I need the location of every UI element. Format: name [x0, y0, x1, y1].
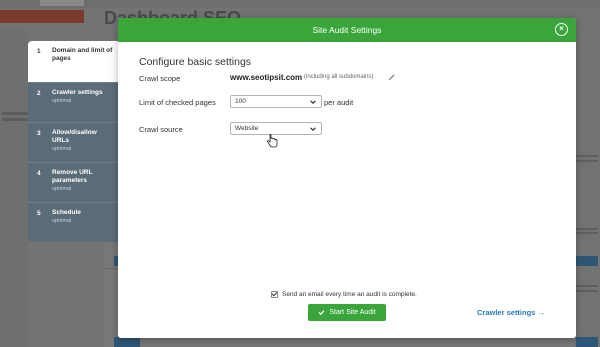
step-number: 5	[37, 210, 41, 217]
step-schedule[interactable]: 5 Schedule optional	[28, 203, 118, 242]
crawl-scope-value: www.seotipsit.com	[230, 73, 303, 82]
checkmark-icon	[318, 310, 325, 316]
background-sidebar-text	[2, 112, 28, 115]
background-right-text	[576, 160, 598, 162]
background-logo-block	[40, 0, 84, 6]
step-number: 2	[37, 90, 41, 97]
hand-cursor-icon	[267, 134, 278, 148]
background-right-text	[576, 290, 598, 292]
step-title: Domain and limit of pages	[52, 47, 113, 62]
background-right-text	[576, 228, 598, 230]
crawl-source-value: Website	[235, 125, 259, 132]
close-icon[interactable]: ×	[555, 23, 568, 36]
chevron-down-icon	[310, 100, 316, 105]
crawler-settings-link[interactable]: Crawler settings →	[477, 308, 545, 317]
pencil-icon[interactable]	[388, 73, 396, 81]
step-domain-and-limit[interactable]: 1 Domain and limit of pages	[28, 41, 118, 83]
wizard-steps: 1 Domain and limit of pages 2 Crawler se…	[28, 41, 118, 242]
step-remove-url-parameters[interactable]: 4 Remove URL parameters optional	[28, 163, 118, 203]
step-number: 1	[37, 48, 41, 55]
per-audit-label: per audit	[324, 98, 354, 107]
modal-title: Site Audit Settings	[312, 25, 382, 35]
background-button	[114, 337, 140, 347]
background-sidebar	[0, 30, 28, 347]
crawl-source-label: Crawl source	[139, 125, 183, 134]
limit-label: Limit of checked pages	[139, 98, 216, 107]
step-optional: optional	[52, 98, 72, 104]
step-number: 3	[37, 130, 41, 137]
step-crawler-settings[interactable]: 2 Crawler settings optional	[28, 83, 118, 123]
background-red-banner	[0, 10, 84, 23]
email-notification-row[interactable]: Send an email every time an audit is com…	[271, 291, 417, 298]
step-allow-disallow-urls[interactable]: 3 Allow/disallow URLs optional	[28, 123, 118, 163]
background-button	[576, 337, 598, 347]
background-right-text	[576, 155, 598, 157]
background-sidebar-text	[2, 118, 28, 121]
limit-select[interactable]: 100	[230, 95, 322, 108]
email-checkbox-label: Send an email every time an audit is com…	[282, 291, 417, 298]
step-optional: optional	[52, 218, 72, 224]
start-site-audit-label: Start Site Audit	[329, 309, 376, 316]
background-button	[576, 256, 598, 266]
site-audit-settings-modal: Site Audit Settings × Configure basic se…	[118, 18, 576, 338]
step-optional: optional	[52, 186, 72, 192]
background-right-text	[576, 285, 598, 287]
modal-header: Site Audit Settings ×	[118, 18, 576, 42]
step-title: Allow/disallow URLs	[52, 129, 97, 144]
email-checkbox[interactable]	[271, 291, 278, 298]
section-title: Configure basic settings	[139, 56, 252, 68]
background-topbar	[0, 0, 600, 8]
chevron-down-icon	[310, 127, 316, 132]
limit-select-value: 100	[235, 98, 246, 105]
crawl-scope-note: (including all subdomains)	[304, 74, 374, 80]
background-right-text	[576, 232, 598, 234]
step-title: Crawler settings	[52, 89, 103, 96]
start-site-audit-button[interactable]: Start Site Audit	[308, 304, 386, 321]
step-optional: optional	[52, 146, 72, 152]
step-number: 4	[37, 170, 41, 177]
step-title: Remove URL parameters	[52, 169, 93, 184]
crawl-scope-label: Crawl scope	[139, 74, 181, 83]
step-title: Schedule	[52, 209, 81, 216]
